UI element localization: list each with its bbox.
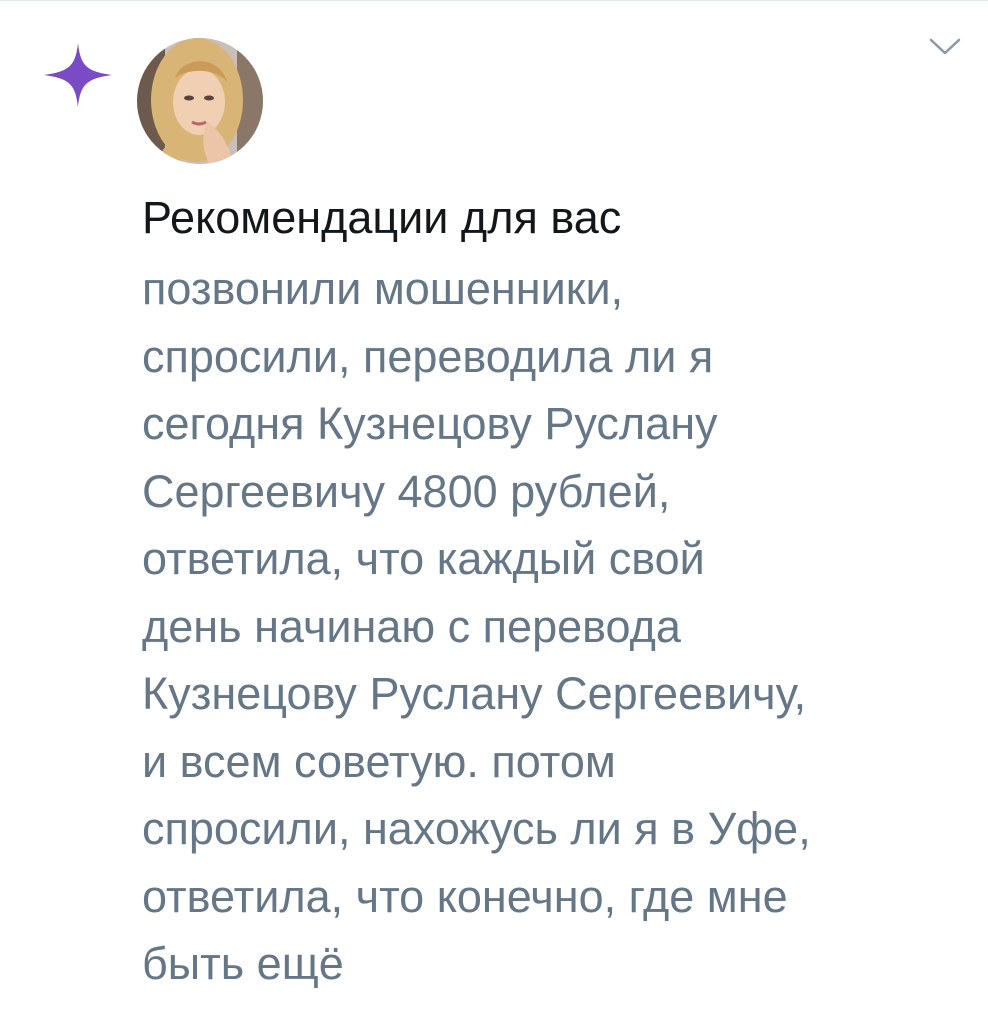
tweet-text-line: день начинаю с перевода — [142, 600, 681, 652]
sparkle-icon — [44, 43, 112, 107]
tweet-text-line: Кузнецову Руслану Сергеевичу, — [142, 668, 807, 719]
tweet-text-line: Сергеевичу 4800 рублей, — [142, 465, 671, 517]
tweet-text-line: и всем советую. потом — [142, 735, 616, 787]
tweet-text-line: ответила, что конечно, где мне — [142, 870, 788, 922]
avatar[interactable] — [137, 38, 263, 164]
tweet-text-line: спросили, нахожусь ли я в Уфе, — [142, 803, 811, 854]
tweet-text-line: позвонили мошенники, — [142, 263, 624, 314]
tweet-text-line: спросили, переводила ли я — [142, 330, 714, 382]
tweet-text-line: сегодня Кузнецову Руслану — [142, 398, 718, 449]
chevron-down-icon[interactable] — [928, 35, 962, 57]
tweet-text-line: ответила, что каждый свой — [142, 533, 705, 584]
tweet-card[interactable]: Рекомендации для вас позвонили мошенники… — [0, 0, 988, 1019]
tweet-text: позвонили мошенники, спросили, переводил… — [142, 255, 972, 998]
tweet-text-line: быть ещё — [142, 938, 344, 989]
recommendation-label: Рекомендации для вас — [142, 192, 622, 243]
